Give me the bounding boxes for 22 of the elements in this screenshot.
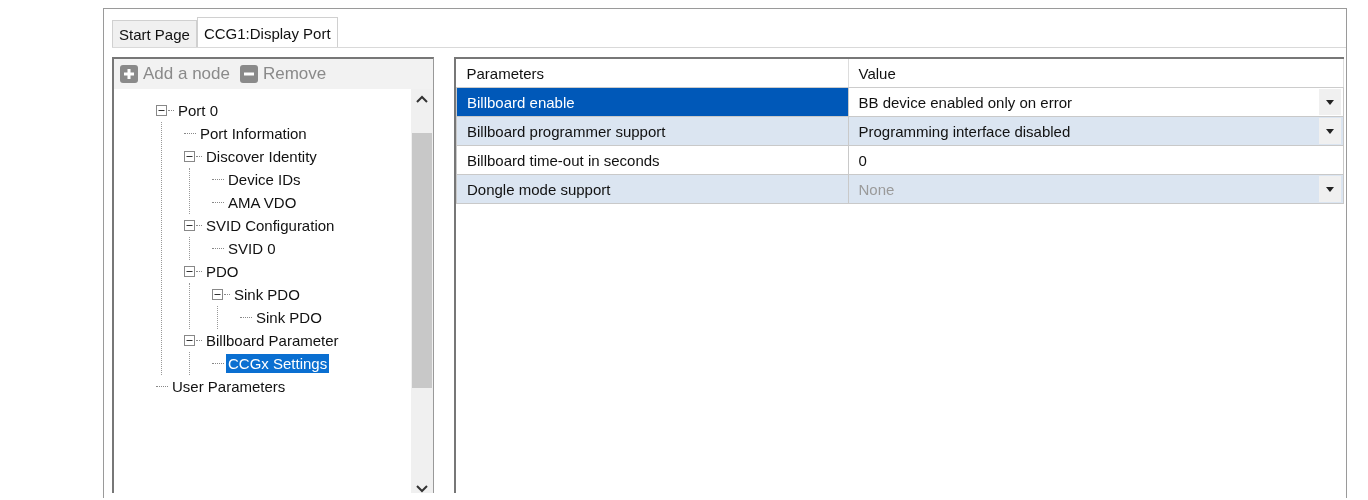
- parameter-name[interactable]: Billboard programmer support: [456, 116, 848, 146]
- parameter-value: None: [858, 180, 895, 198]
- tree-item[interactable]: Port Information: [198, 124, 309, 143]
- tab[interactable]: CCG1:Display Port: [196, 17, 338, 47]
- tree-item[interactable]: Billboard Parameter: [204, 331, 341, 350]
- parameter-value[interactable]: 0: [858, 151, 867, 169]
- tree-item[interactable]: Sink PDO: [232, 285, 302, 304]
- tree-item[interactable]: Device IDs: [226, 170, 303, 189]
- column-header: Parameters: [456, 59, 848, 88]
- tree-item[interactable]: Discover Identity: [204, 147, 319, 166]
- tree-item[interactable]: Port 0: [176, 101, 221, 120]
- tree-item[interactable]: SVID Configuration: [204, 216, 337, 235]
- tree-item[interactable]: AMA VDO: [226, 193, 299, 212]
- column-header: Value: [848, 59, 1344, 88]
- parameter-name[interactable]: Billboard enable: [456, 87, 848, 117]
- parameter-name[interactable]: Billboard time-out in seconds: [456, 145, 848, 175]
- tab[interactable]: Start Page: [112, 20, 197, 47]
- tree-item[interactable]: PDO: [204, 262, 241, 281]
- tree-item[interactable]: CCGx Settings: [226, 354, 330, 373]
- tree-item[interactable]: User Parameters: [170, 377, 288, 396]
- tree-item[interactable]: SVID 0: [226, 239, 278, 258]
- tree-item[interactable]: Sink PDO: [254, 308, 324, 327]
